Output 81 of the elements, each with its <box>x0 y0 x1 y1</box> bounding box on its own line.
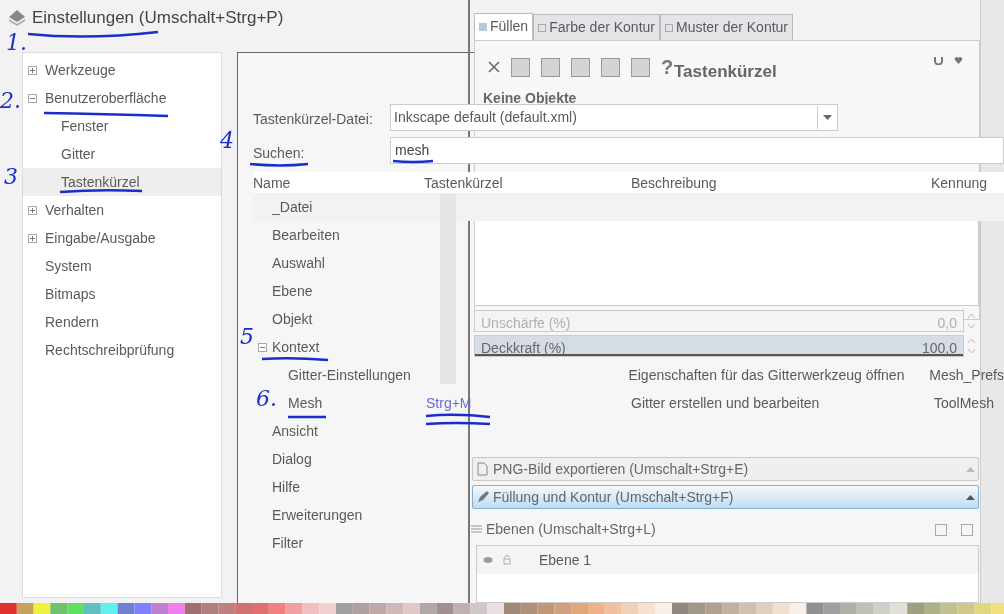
table-cell: Eigenschaften für das Gitterwerkzeug öffnen <box>628 366 905 383</box>
eye-icon[interactable] <box>483 556 493 564</box>
window-title: Einstellungen (Umschalt+Strg+P) <box>32 7 284 29</box>
layer-row[interactable]: Ebene 1 <box>477 546 978 574</box>
expand-icon[interactable] <box>28 65 37 75</box>
tab[interactable]: Füllen <box>474 13 534 40</box>
tree-item[interactable]: Gitter <box>23 140 221 168</box>
collapse-icon[interactable] <box>28 93 37 103</box>
handwritten-number: 4 <box>220 128 234 154</box>
tree-item[interactable]: System <box>23 252 221 280</box>
spin-icon[interactable] <box>967 311 976 331</box>
table-cell[interactable]: Bearbeiten <box>272 226 340 243</box>
shortcut-file-dropdown[interactable]: Inkscape default (default.xml) <box>390 104 838 131</box>
pen-icon <box>476 490 490 504</box>
tree-item[interactable]: Bitmaps <box>23 280 221 308</box>
slider-field[interactable]: Deckkraft (%) 100,0 <box>474 335 964 357</box>
table-cell-text: ToolMesh <box>934 393 994 413</box>
tree-item[interactable]: Eingabe/Ausgabe <box>23 224 221 252</box>
tab-icon <box>665 23 673 32</box>
tab-icon <box>538 23 547 32</box>
underline-mark <box>261 356 329 362</box>
handwritten-number: 6. <box>256 386 277 412</box>
table-cell[interactable]: Erweiterungen <box>272 506 363 523</box>
spin-icon[interactable] <box>967 336 976 356</box>
search-field[interactable]: mesh <box>390 137 1004 164</box>
magnet-icon[interactable] <box>934 56 943 65</box>
table-cell: Gitter erstellen und bearbeiten <box>631 394 820 411</box>
table-cell[interactable]: Dialog <box>272 450 312 467</box>
underline-mark <box>288 415 326 419</box>
field-label: Tastenkürzel-Datei: <box>253 110 373 129</box>
collapse-icon[interactable] <box>258 342 267 352</box>
collapse-arrow-icon[interactable] <box>966 494 975 500</box>
tree-item[interactable]: Tastenkürzel <box>23 168 221 196</box>
column-header[interactable]: Beschreibung <box>631 172 931 194</box>
tab[interactable]: Farbe der Kontur <box>533 14 660 41</box>
handwritten-number: 1. <box>6 30 27 56</box>
detach-icon[interactable] <box>935 523 947 536</box>
document-icon <box>476 462 490 476</box>
dock-header[interactable]: Füllung und Kontur (Umschalt+Strg+F) <box>472 485 979 509</box>
handwritten-number: 3 <box>4 164 18 190</box>
tab-icon <box>479 22 487 31</box>
table-cell[interactable]: Auswahl <box>272 254 325 271</box>
scrollbar[interactable] <box>440 194 456 384</box>
tree-item[interactable]: Werkzeuge <box>23 56 221 84</box>
handwritten-number: 2. <box>0 88 21 114</box>
table-cell-text: Mesh_Prefs <box>929 365 1004 385</box>
expand-icon[interactable] <box>28 233 37 243</box>
tree-item[interactable]: Benutzeroberfläche <box>23 84 221 112</box>
table-cell[interactable]: _Datei <box>272 198 313 215</box>
table-cell[interactable]: Mesh <box>288 394 323 411</box>
close-icon[interactable] <box>488 61 500 73</box>
table-cell[interactable]: Hilfe <box>272 478 300 495</box>
layers-icon <box>470 523 484 536</box>
table-cell[interactable]: Gitter-Einstellungen <box>287 366 411 383</box>
field-label: Suchen: <box>253 144 305 163</box>
table-cell[interactable]: Kontext <box>272 338 320 355</box>
heart-icon[interactable] <box>954 56 963 65</box>
underline-mark <box>424 413 492 426</box>
help-text[interactable]: ? <box>661 52 674 82</box>
table-cell[interactable]: Ebene <box>272 282 313 299</box>
tab[interactable]: Muster der Kontur <box>660 14 794 41</box>
table-cell[interactable]: Ansicht <box>272 422 318 439</box>
table-cell[interactable]: Objekt <box>272 310 313 327</box>
panel-title: Ebenen (Umschalt+Strg+L) <box>486 520 657 539</box>
underline-mark <box>392 159 434 164</box>
page-title: Tastenkürzel <box>674 61 777 83</box>
lock-icon[interactable] <box>503 555 511 565</box>
tree-item[interactable]: Rechtschreibprüfung <box>23 336 221 364</box>
tree-item[interactable]: Rendern <box>23 308 221 336</box>
table-cell[interactable]: Filter <box>272 534 304 551</box>
color-palette[interactable] <box>0 603 1004 614</box>
handwritten-number: 5 <box>240 324 254 350</box>
tree-item[interactable]: Fenster <box>23 112 221 140</box>
tree-item[interactable]: Verhalten <box>23 196 221 224</box>
column-header[interactable]: Name <box>253 172 424 194</box>
column-header[interactable]: Tastenkürzel <box>424 172 631 194</box>
app-icon <box>8 8 26 27</box>
underline-mark <box>249 162 309 167</box>
expand-icon[interactable] <box>28 205 37 215</box>
column-header[interactable]: Kennung <box>931 172 1004 194</box>
dock-header[interactable]: PNG-Bild exportieren (Umschalt+Strg+E) <box>472 457 979 481</box>
